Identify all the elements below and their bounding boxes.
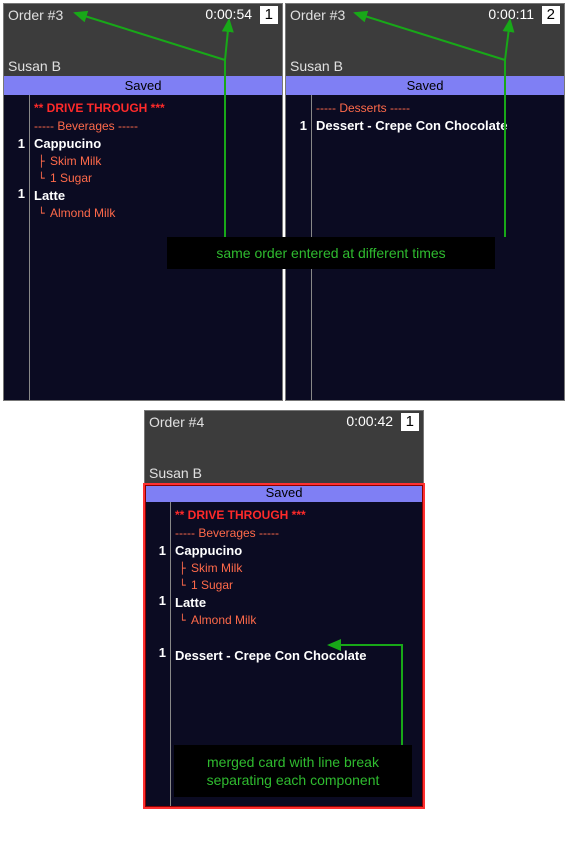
item-name: Dessert - Crepe Con Chocolate: [316, 117, 560, 135]
order-card[interactable]: Order #3 0:00:11 2 Susan B Saved 1 -----…: [285, 3, 565, 401]
slot-number: 1: [260, 6, 278, 24]
order-label: Order #3: [8, 7, 63, 23]
merged-wrapper: Order #4 0:00:42 1 Susan B Saved 1: [144, 410, 424, 808]
server-name: Susan B: [8, 58, 278, 74]
category-label: ----- Desserts -----: [316, 99, 560, 117]
card-header: Order #4 0:00:42 1 Susan B: [145, 411, 423, 483]
slot-number: 2: [542, 6, 560, 24]
order-timer: 0:00:42: [346, 413, 393, 429]
item-qty: 1: [286, 117, 307, 135]
item-name: Cappucino: [34, 135, 278, 153]
server-name: Susan B: [290, 58, 560, 74]
slot-number: 1: [401, 413, 419, 431]
order-timer: 0:00:54: [205, 6, 252, 22]
bottom-area: Order #4 0:00:42 1 Susan B Saved 1: [0, 410, 568, 808]
card-header: Order #3 0:00:54 1 Susan B: [4, 4, 282, 76]
drive-through-notice: ** DRIVE THROUGH ***: [175, 506, 419, 524]
item-name: Latte: [175, 594, 419, 612]
order-timer: 0:00:11: [488, 6, 534, 22]
card-header: Order #3 0:00:11 2 Susan B: [286, 4, 564, 76]
item-qty: 1: [145, 542, 166, 560]
item-modifier: ├Skim Milk: [175, 560, 419, 577]
canvas: Order #3 0:00:54 1 Susan B Saved 1: [0, 0, 568, 851]
category-label: ----- Beverages -----: [175, 524, 419, 542]
item-qty: 1: [145, 592, 166, 610]
item-name: Latte: [34, 187, 278, 205]
item-name: Cappucino: [175, 542, 419, 560]
top-row: Order #3 0:00:54 1 Susan B Saved 1: [0, 0, 568, 404]
order-label: Order #4: [149, 414, 204, 430]
item-name: Dessert - Crepe Con Chocolate: [175, 647, 419, 665]
item-qty: 1: [145, 644, 166, 662]
category-label: ----- Beverages -----: [34, 117, 278, 135]
item-modifier: └1 Sugar: [34, 170, 278, 187]
annotation-label: same order entered at different times: [167, 237, 495, 269]
annotation-label: merged card with line break separating e…: [174, 745, 412, 797]
status-bar: Saved: [145, 483, 423, 502]
status-bar: Saved: [4, 76, 282, 95]
item-modifier: └1 Sugar: [175, 577, 419, 594]
item-modifier: └Almond Milk: [175, 612, 419, 629]
status-bar: Saved: [286, 76, 564, 95]
order-card[interactable]: Order #3 0:00:54 1 Susan B Saved 1: [3, 3, 283, 401]
qty-column: 1 1 1: [145, 502, 171, 807]
item-qty: 1: [4, 135, 25, 153]
qty-column: 1 1: [4, 95, 30, 400]
item-qty: 1: [4, 185, 25, 203]
item-modifier: ├Skim Milk: [34, 153, 278, 170]
order-label: Order #3: [290, 7, 345, 23]
server-name: Susan B: [149, 465, 419, 481]
drive-through-notice: ** DRIVE THROUGH ***: [34, 99, 278, 117]
item-modifier: └Almond Milk: [34, 205, 278, 222]
